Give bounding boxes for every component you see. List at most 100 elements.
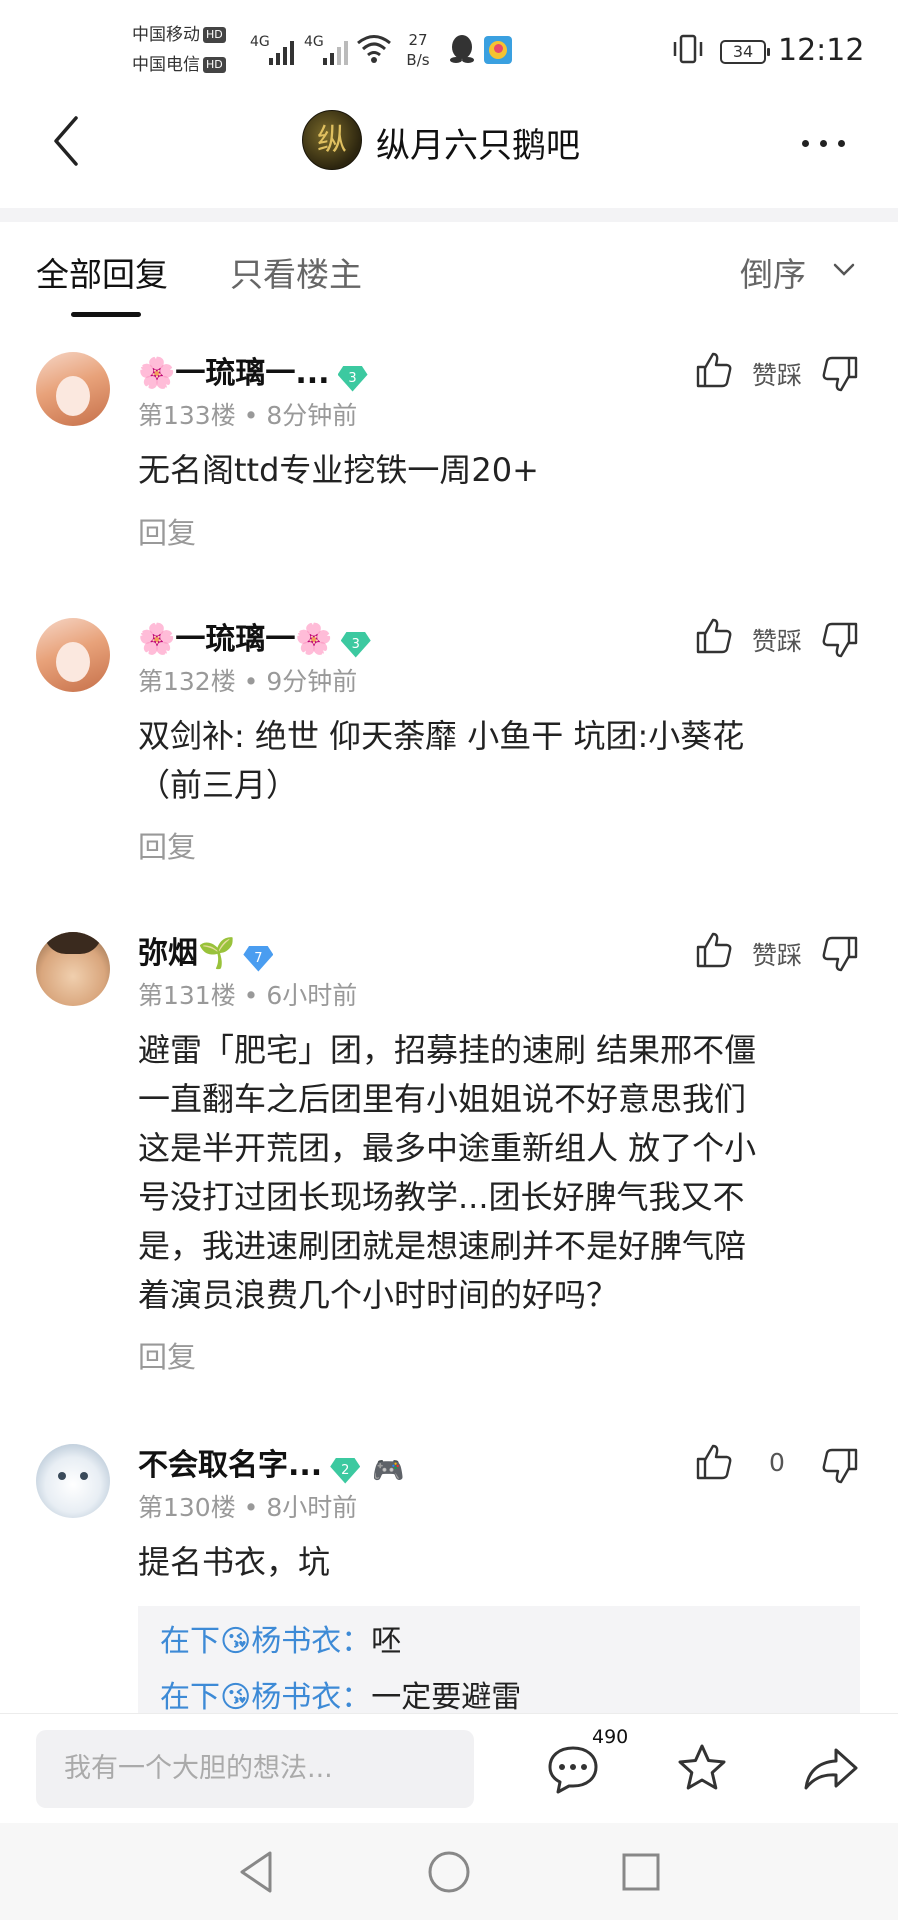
carrier-1-label: 中国移动 [132, 25, 200, 45]
user-avatar[interactable] [36, 932, 110, 1006]
sub-reply-author[interactable]: 在下😘杨书衣： [160, 1680, 371, 1713]
username[interactable]: 🌸一琉璃一🌸 [138, 622, 333, 657]
vote-controls: 赞踩 [694, 612, 864, 662]
content-line: 是，我进速刷团就是想速刷并不是好脾气陪 [138, 1227, 747, 1265]
nav-back-icon[interactable] [236, 1849, 276, 1895]
share-icon[interactable] [802, 1744, 860, 1792]
thumbs-up-icon[interactable] [694, 1442, 734, 1482]
floor-number: 第132楼 [138, 667, 236, 696]
username[interactable]: 弥烟🌱 [138, 936, 235, 971]
content-line: 着演员浪费几个小时时间的好吗？ [138, 1276, 619, 1314]
post-header: 不会取名字... 2 🎮 [138, 1440, 405, 1486]
nav-recents-icon[interactable] [620, 1851, 662, 1893]
post-meta: 第132楼 • 9分钟前 [138, 662, 357, 698]
floor-number: 第133楼 [138, 401, 236, 430]
app-notification-icon [484, 36, 512, 64]
thumbs-down-icon[interactable] [820, 620, 860, 660]
username[interactable]: 🌸一琉璃一... [138, 356, 330, 391]
sub-reply-text: 呸 [371, 1624, 402, 1659]
post-time: 6小时前 [266, 981, 358, 1010]
post-header: 🌸一琉璃一🌸 3 [138, 614, 371, 658]
thumbs-up-icon[interactable] [694, 930, 734, 970]
post-item: 弥烟🌱 7 第131楼 • 6小时前 赞踩 避雷「肥宅」团，招募挂的速刷 结果邢不… [0, 920, 898, 1390]
meta-separator: • [243, 981, 259, 1010]
level-badge: 3 [340, 631, 371, 658]
reply-button[interactable]: 回复 [138, 824, 196, 866]
post-time: 9分钟前 [266, 667, 358, 696]
meta-separator: • [243, 1493, 259, 1522]
comment-count-badge: 490 [592, 1726, 629, 1748]
more-menu-icon[interactable] [800, 138, 850, 150]
back-arrow-icon[interactable] [50, 114, 84, 168]
level-badge: 3 [337, 365, 368, 392]
tab-owner-only[interactable]: 只看楼主 [230, 248, 362, 296]
sort-label: 倒序 [740, 255, 806, 294]
thumbs-down-icon[interactable] [820, 354, 860, 394]
vote-controls: 赞踩 [694, 346, 864, 396]
sub-reply-author[interactable]: 在下😘杨书衣： [160, 1624, 371, 1659]
hd-badge: HD [203, 27, 226, 43]
vote-label: 赞踩 [751, 361, 802, 390]
nav-home-icon[interactable] [426, 1849, 472, 1895]
post-time: 8分钟前 [266, 401, 358, 430]
tab-all-replies[interactable]: 全部回复 [36, 248, 168, 296]
post-meta: 第131楼 • 6小时前 [138, 976, 357, 1012]
thumbs-down-icon[interactable] [820, 934, 860, 974]
content-line: 双剑补: 绝世 仰天荼靡 小鱼干 坑团:小葵花 [138, 717, 745, 755]
sort-dropdown[interactable]: 倒序 [740, 248, 860, 294]
battery-level: 34 [732, 42, 754, 61]
user-avatar[interactable] [36, 618, 110, 692]
post-content: 提名书衣，坑 [138, 1538, 858, 1587]
meta-separator: • [243, 401, 259, 430]
battery-icon: 34 [720, 40, 770, 64]
net-speed: 27 B/s [398, 30, 438, 70]
floor-number: 第130楼 [138, 1493, 236, 1522]
forum-avatar[interactable]: 纵 [302, 110, 362, 170]
carrier-1: 中国移动 HD [132, 22, 226, 48]
user-avatar[interactable] [36, 352, 110, 426]
floor-number: 第131楼 [138, 981, 236, 1010]
content-line: 无名阁ttd专业挖铁一周20+ [138, 451, 539, 489]
post-item: 不会取名字... 2 🎮 第130楼 • 8小时前 0 提名书衣，坑 在下😘杨书衣：… [0, 1432, 898, 1713]
content-line: 这是半开荒团，最多中途重新组人 放了个小 [138, 1129, 757, 1167]
signal-2: 4G [304, 34, 350, 66]
carrier-2-label: 中国电信 [132, 55, 200, 75]
clock: 12:12 [778, 33, 865, 68]
username[interactable]: 不会取名字... [138, 1448, 322, 1483]
post-content: 避雷「肥宅」团，招募挂的速刷 结果邢不僵 一直翻车之后团里有小姐姐说不好意思我们… [138, 1026, 868, 1320]
qq-icon [450, 35, 474, 63]
level-badge: 7 [243, 945, 274, 972]
status-bar: 中国移动 HD 中国电信 HD 4G 4G 27 B/s 34 12:12 [0, 0, 898, 100]
header-divider [0, 208, 898, 222]
post-content: 双剑补: 绝世 仰天荼靡 小鱼干 坑团:小葵花 （前三月） [138, 712, 858, 810]
network-type-2: 4G [304, 34, 324, 50]
thumbs-down-icon[interactable] [820, 1446, 860, 1486]
vote-label: 赞踩 [751, 627, 802, 656]
post-time: 8小时前 [266, 1493, 358, 1522]
thumbs-up-icon[interactable] [694, 616, 734, 656]
user-avatar[interactable] [36, 1444, 110, 1518]
network-type-1: 4G [250, 34, 270, 50]
comment-input[interactable]: 我有一个大胆的想法... [36, 1730, 474, 1808]
signal-bars-icon [269, 41, 294, 65]
forum-title[interactable]: 纵月六只鹅吧 [376, 118, 580, 167]
wifi-icon [357, 35, 391, 63]
signal-1: 4G [250, 34, 296, 66]
content-line: 号没打过团长现场教学...团长好脾气我又不 [138, 1178, 745, 1216]
content-line: 避雷「肥宅」团，招募挂的速刷 结果邢不僵 [138, 1031, 757, 1069]
vibrate-icon [673, 34, 703, 64]
game-badge-icon: 🎮 [372, 1455, 405, 1486]
reply-button[interactable]: 回复 [138, 510, 196, 552]
comment-icon[interactable] [546, 1744, 600, 1796]
post-header: 🌸一琉璃一... 3 [138, 348, 368, 392]
net-speed-unit: B/s [406, 51, 430, 69]
post-content: 无名阁ttd专业挖铁一周20+ [138, 446, 858, 495]
forum-header: 纵 纵月六只鹅吧 [0, 100, 898, 210]
signal-bars-2-icon [323, 41, 348, 65]
star-icon[interactable] [674, 1742, 730, 1796]
thumbs-up-icon[interactable] [694, 350, 734, 390]
vote-label: 赞踩 [751, 941, 802, 970]
post-header: 弥烟🌱 7 [138, 928, 274, 972]
reply-button[interactable]: 回复 [138, 1334, 196, 1376]
sub-reply-box[interactable]: 在下😘杨书衣：呸 在下😘杨书衣：一定要避雷 [138, 1606, 860, 1713]
